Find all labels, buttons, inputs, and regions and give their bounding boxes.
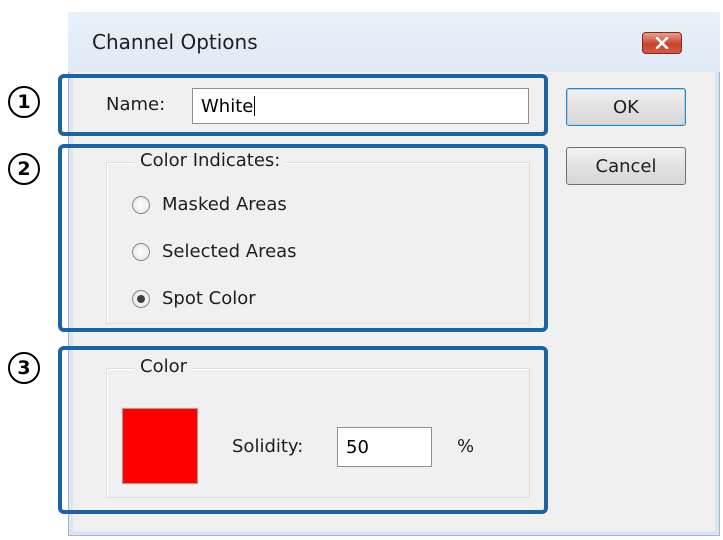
callout-number-2: 2 xyxy=(8,153,40,185)
callout-box-3 xyxy=(58,346,548,514)
callout-number-1: 1 xyxy=(8,86,40,118)
close-button[interactable] xyxy=(642,32,682,54)
ok-button[interactable]: OK xyxy=(566,88,686,126)
callout-box-2 xyxy=(58,144,548,332)
callout-box-1 xyxy=(58,74,548,136)
callout-number-3: 3 xyxy=(8,352,40,384)
dialog-title: Channel Options xyxy=(92,30,258,54)
close-icon xyxy=(655,37,669,49)
cancel-button[interactable]: Cancel xyxy=(566,147,686,185)
